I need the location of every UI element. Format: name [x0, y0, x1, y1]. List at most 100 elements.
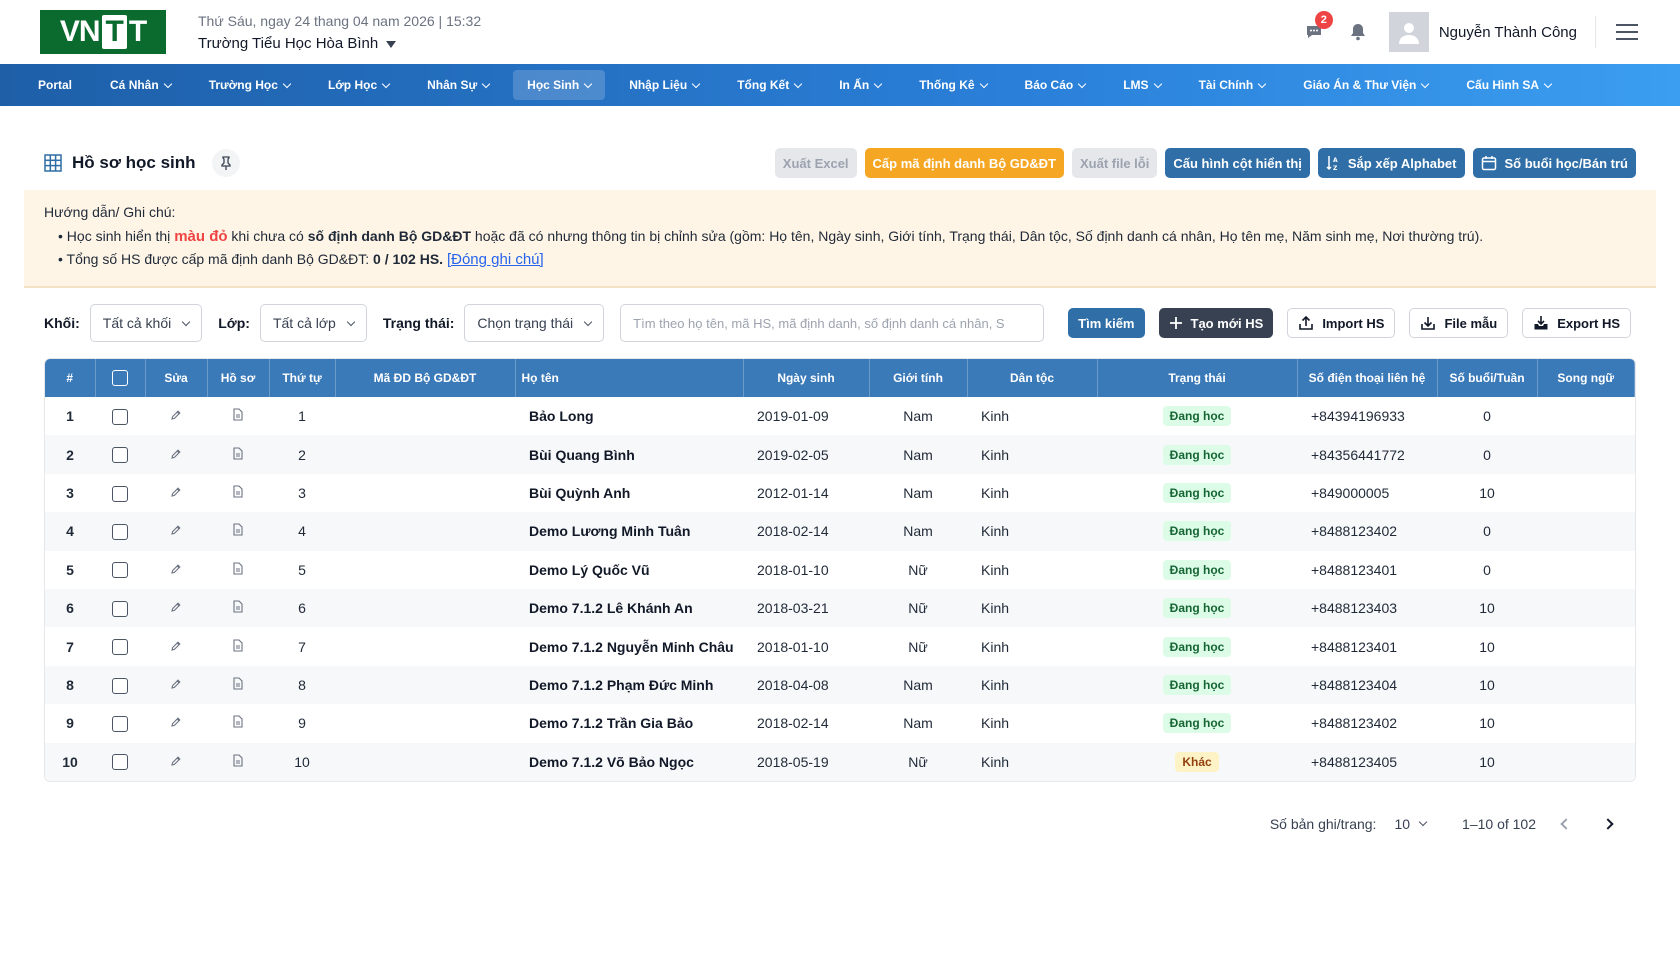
col-dob[interactable]: Ngày sinh [743, 359, 870, 397]
avatar[interactable] [1388, 12, 1429, 52]
grade-select[interactable]: Tất cả khối [89, 304, 203, 342]
row-select[interactable] [95, 743, 145, 781]
pencil-icon[interactable] [170, 600, 182, 616]
pencil-icon[interactable] [170, 408, 182, 424]
nav-item-9[interactable]: Thống Kê [905, 70, 1000, 100]
document-icon[interactable] [232, 638, 244, 655]
class-select[interactable]: Tất cả lớp [259, 304, 367, 342]
nav-item-12[interactable]: Tài Chính [1185, 70, 1280, 100]
row-profile[interactable] [207, 589, 269, 627]
row-profile[interactable] [207, 666, 269, 704]
document-icon[interactable] [232, 408, 244, 424]
sessions-button[interactable]: Số buổi học/Bán trú [1472, 148, 1636, 178]
table-row[interactable]: 10 10 Demo 7.1.2 Võ Bảo Ngọc 2018-05-19 Nữ Ki… [45, 742, 1635, 781]
row-profile[interactable] [207, 474, 269, 512]
row-checkbox[interactable] [112, 639, 128, 656]
export-excel-button[interactable]: Xuất Excel [774, 148, 857, 178]
row-edit[interactable] [145, 743, 207, 781]
nav-item-2[interactable]: Trường Học [195, 70, 304, 100]
row-checkbox[interactable] [112, 447, 128, 464]
import-button[interactable]: Import HS [1287, 308, 1396, 338]
row-checkbox[interactable] [112, 600, 128, 617]
vntt-logo[interactable]: VN T T [40, 10, 166, 54]
document-icon[interactable] [232, 523, 244, 539]
document-icon[interactable] [232, 447, 244, 463]
row-name[interactable]: Bùi Quang Bình [515, 435, 743, 473]
row-select[interactable] [95, 551, 145, 589]
row-checkbox[interactable] [112, 524, 128, 541]
row-select[interactable] [95, 397, 145, 435]
search-input[interactable] [620, 304, 1045, 342]
table-row[interactable]: 9 9 Demo 7.1.2 Trần Gia Bảo 2018-02-14 Nam Ki… [45, 704, 1635, 742]
table-row[interactable]: 5 5 Demo Lý Quốc Vũ 2018-01-10 Nữ Kinh Đang họ… [45, 551, 1635, 589]
column-config-button[interactable]: Cấu hình cột hiển thị [1165, 148, 1310, 178]
row-select[interactable] [95, 704, 145, 742]
status-select[interactable]: Chọn trạng thái [464, 304, 605, 342]
row-edit[interactable] [145, 551, 207, 589]
row-select[interactable] [95, 435, 145, 473]
nav-item-0[interactable]: Portal [24, 70, 86, 100]
row-checkbox[interactable] [112, 677, 128, 694]
nav-item-6[interactable]: Nhập Liệu [615, 70, 713, 100]
search-button[interactable]: Tìm kiếm [1068, 308, 1145, 338]
nav-item-1[interactable]: Cá Nhân [96, 70, 185, 100]
nav-item-11[interactable]: LMS [1109, 70, 1174, 100]
table-row[interactable]: 6 6 Demo 7.1.2 Lê Khánh An 2018-03-21 Nữ Kinh… [45, 588, 1635, 628]
close-note-link[interactable]: [Đóng ghi chú] [447, 251, 544, 268]
pencil-icon[interactable] [170, 715, 182, 731]
document-icon[interactable] [232, 754, 244, 770]
document-icon[interactable] [232, 600, 244, 616]
pencil-icon[interactable] [170, 485, 182, 501]
nav-item-10[interactable]: Báo Cáo [1011, 70, 1100, 100]
document-icon[interactable] [232, 562, 244, 578]
row-edit[interactable] [145, 435, 207, 473]
row-edit[interactable] [145, 474, 207, 512]
col-ethnicity[interactable]: Dân tộc [967, 359, 1098, 397]
row-checkbox[interactable] [112, 485, 128, 502]
nav-item-5[interactable]: Học Sinh [513, 70, 606, 100]
row-name[interactable]: Demo 7.1.2 Lê Khánh An [515, 589, 743, 627]
col-name[interactable]: Họ tên [515, 359, 744, 397]
col-moet-id[interactable]: Mã ĐD Bộ GD&ĐT [335, 359, 516, 397]
row-name[interactable]: Demo 7.1.2 Võ Bảo Ngọc [515, 743, 743, 781]
table-row[interactable]: 7 7 Demo 7.1.2 Nguyễn Minh Châu 2018-01-10 N… [45, 627, 1635, 665]
document-icon[interactable] [232, 677, 244, 693]
nav-item-8[interactable]: In Ấn [825, 70, 895, 100]
row-profile[interactable] [207, 627, 269, 665]
nav-item-7[interactable]: Tổng Kết [723, 70, 815, 100]
row-name[interactable]: Demo 7.1.2 Trần Gia Bảo [515, 704, 743, 742]
select-all-checkbox[interactable] [112, 370, 128, 386]
row-name[interactable]: Bảo Long [515, 397, 743, 435]
row-checkbox[interactable] [112, 715, 128, 732]
row-checkbox[interactable] [112, 562, 128, 579]
col-status[interactable]: Trạng thái [1097, 359, 1298, 397]
next-page-button[interactable] [1596, 812, 1620, 836]
row-select[interactable] [95, 512, 145, 550]
col-select-all[interactable] [95, 359, 146, 397]
row-name[interactable]: Demo 7.1.2 Nguyễn Minh Châu [515, 627, 743, 665]
notification-button[interactable] [1345, 19, 1371, 45]
menu-button[interactable] [1614, 19, 1640, 45]
row-edit[interactable] [145, 704, 207, 742]
row-name[interactable]: Bùi Quỳnh Anh [515, 474, 743, 512]
row-edit[interactable] [145, 397, 207, 435]
per-page-select[interactable]: 10 [1394, 816, 1428, 832]
table-row[interactable]: 8 8 Demo 7.1.2 Phạm Đức Minh 2018-04-08 Nam K… [45, 665, 1635, 705]
pencil-icon[interactable] [170, 447, 182, 463]
row-select[interactable] [95, 589, 145, 627]
table-row[interactable]: 3 3 Bùi Quỳnh Anh 2012-01-14 Nam Kinh Đang học… [45, 474, 1635, 512]
row-profile[interactable] [207, 743, 269, 781]
row-edit[interactable] [145, 589, 207, 627]
row-select[interactable] [95, 627, 145, 665]
chat-button[interactable]: 2 [1301, 11, 1333, 45]
row-edit[interactable] [145, 627, 207, 665]
row-name[interactable]: Demo Lương Minh Tuân [515, 512, 743, 550]
row-checkbox[interactable] [112, 408, 128, 425]
document-icon[interactable] [232, 485, 244, 501]
export-button[interactable]: Export HS [1522, 308, 1632, 338]
prev-page-button[interactable] [1554, 812, 1578, 836]
row-profile[interactable] [207, 704, 269, 742]
col-phone[interactable]: Số điện thoại liên hệ [1297, 359, 1438, 397]
pencil-icon[interactable] [170, 562, 182, 578]
row-profile[interactable] [207, 551, 269, 589]
